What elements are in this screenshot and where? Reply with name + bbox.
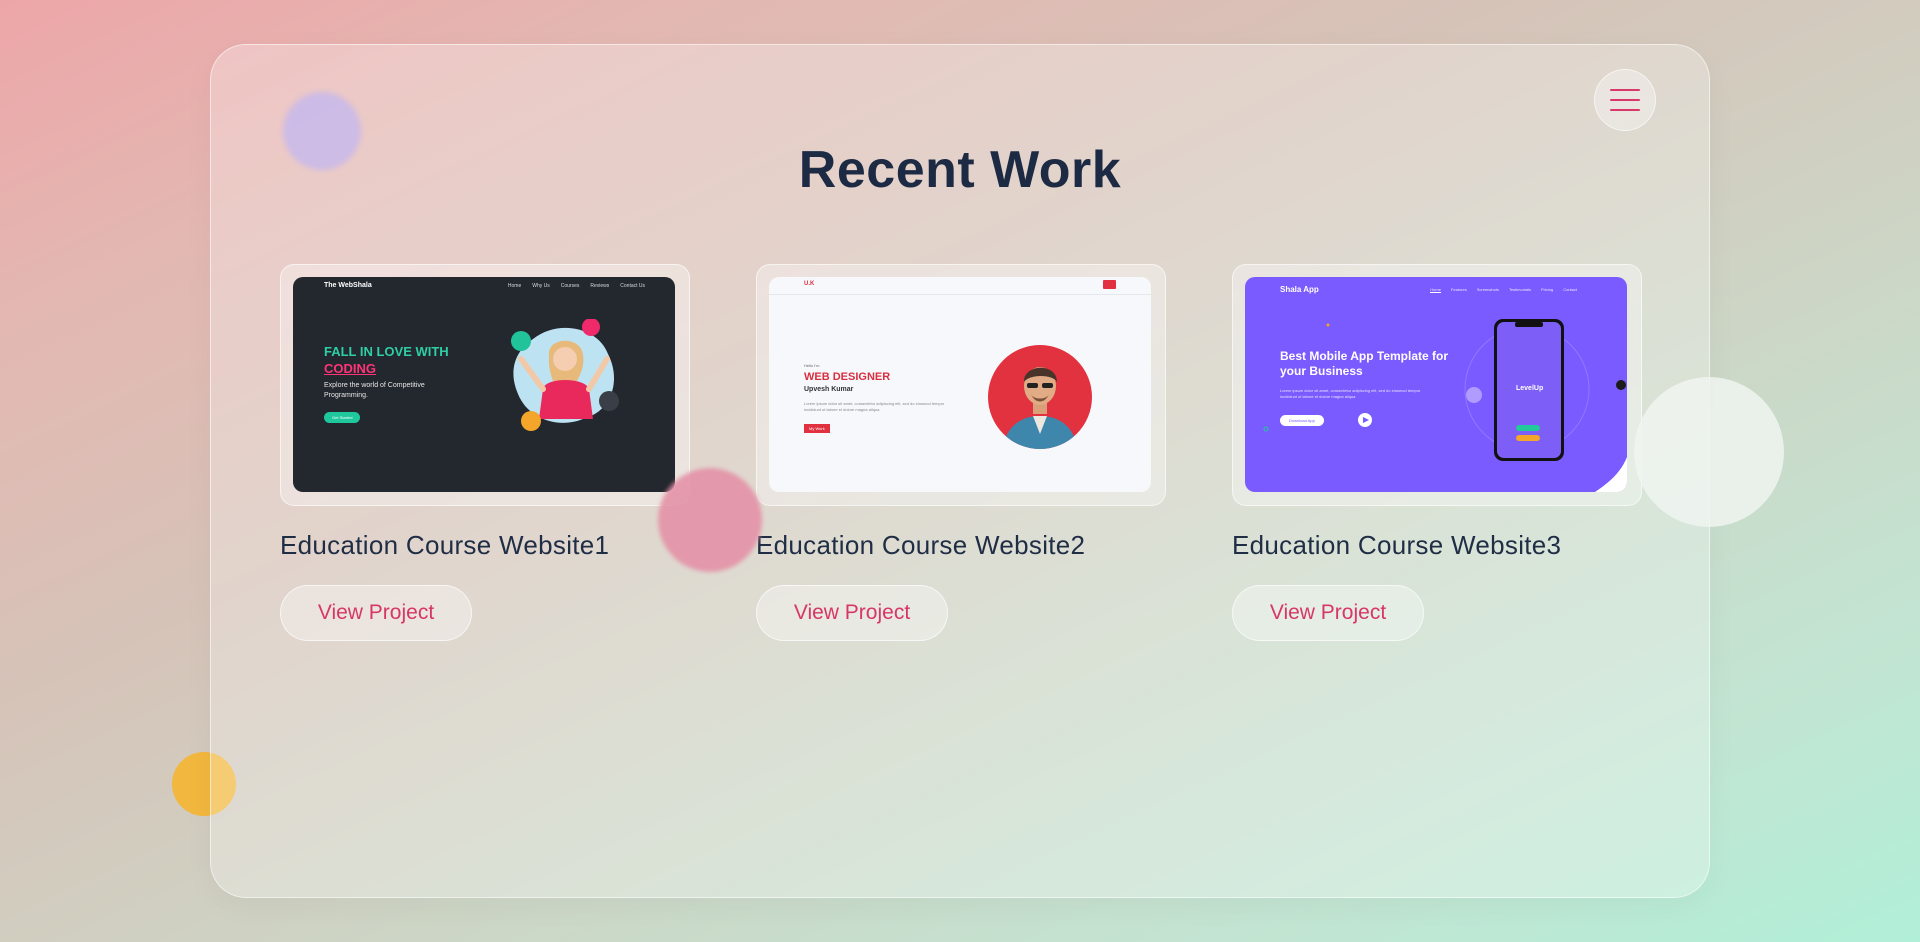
preview-cta: My Work [804, 424, 830, 433]
project-thumbnail: Shala App Home Features Screenshots Test… [1245, 277, 1627, 492]
preview-name: Upvesh Kumar [804, 386, 854, 393]
person-illustration [511, 319, 619, 431]
view-project-button[interactable]: View Project [1232, 585, 1424, 641]
project-thumbnail-frame[interactable]: The WebShala Home Why Us Courses Reviews… [280, 264, 690, 506]
preview-menu-icon [1103, 280, 1116, 289]
preview-heading-highlight: CODING [324, 361, 376, 376]
project-title: Education Course Website3 [1232, 530, 1562, 560]
preview-role: WEB DESIGNER [804, 371, 891, 383]
project-thumbnail-frame[interactable]: Shala App Home Features Screenshots Test… [1232, 264, 1642, 506]
preview-nav-item: Reviews [590, 283, 610, 289]
hamburger-icon-bar [1610, 99, 1640, 101]
preview-nav-item: Why Us [532, 283, 550, 289]
project-thumbnail: The WebShala Home Why Us Courses Reviews… [293, 277, 675, 492]
preview-nav-item: Contact Us [620, 283, 645, 289]
preview-cta: Get Started [324, 412, 361, 423]
preview-description: Lorem ipsum dolor sit amet, consectetur … [804, 401, 945, 412]
hamburger-icon-bar [1610, 109, 1640, 111]
preview-nav-item: Courses [560, 283, 580, 289]
preview-greeting: Hello I'm [804, 363, 820, 368]
project-thumbnail: U.K Hello I'm WEB DESIGNER Upvesh Kumar … [769, 277, 1151, 492]
preview-nav: Home Why Us Courses Reviews Contact Us [508, 283, 645, 289]
project-card-2: U.K Hello I'm WEB DESIGNER Upvesh Kumar … [756, 264, 1166, 641]
view-project-button[interactable]: View Project [756, 585, 948, 641]
preview-subtitle: Explore the world of Competitive Program… [324, 382, 425, 399]
menu-button[interactable] [1594, 69, 1656, 131]
preview-logo: The WebShala [324, 282, 372, 289]
phone-brand-text: LevelUp [1516, 385, 1543, 392]
project-title: Education Course Website2 [756, 530, 1086, 560]
hamburger-icon-bar [1610, 89, 1640, 91]
preview-nav-item: Home [507, 283, 522, 289]
portrait-illustration [988, 345, 1092, 449]
project-title: Education Course Website1 [280, 530, 610, 560]
view-project-button[interactable]: View Project [280, 585, 472, 641]
preview-topbar [769, 277, 1151, 295]
phone-mockup-illustration: LevelUp [1263, 319, 1627, 492]
decorative-pink-blob [658, 468, 762, 572]
project-thumbnail-frame[interactable]: U.K Hello I'm WEB DESIGNER Upvesh Kumar … [756, 264, 1166, 506]
decorative-white-blob [1634, 377, 1784, 527]
preview-heading: FALL IN LOVE WITH [324, 344, 449, 359]
page-title: Recent Work [798, 141, 1122, 199]
preview-logo: U.K [804, 281, 815, 287]
project-card-1: The WebShala Home Why Us Courses Reviews… [280, 264, 690, 641]
project-card-3: Shala App Home Features Screenshots Test… [1232, 264, 1642, 641]
